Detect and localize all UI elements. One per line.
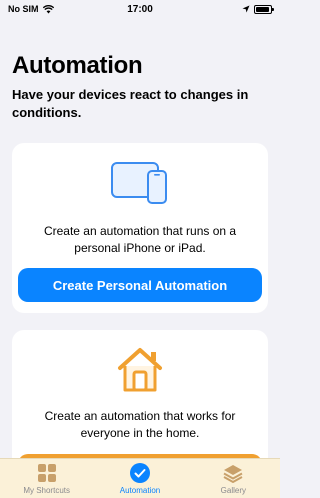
stack-icon (223, 465, 243, 483)
home-icon (118, 348, 162, 392)
page-subtitle: Have your devices react to changes in co… (12, 87, 249, 120)
tab-automation[interactable]: Automation (100, 462, 180, 495)
tab-my-shortcuts[interactable]: My Shortcuts (7, 462, 87, 495)
battery-icon (254, 4, 274, 14)
tab-gallery[interactable]: Gallery (193, 462, 273, 495)
grid-icon (37, 464, 56, 482)
status-bar: No SIM 17:00 (0, 0, 280, 18)
home-automation-description: Create an automation that works for ever… (44, 409, 236, 440)
personal-automation-card: Create an automation that runs on a pers… (12, 143, 268, 313)
tab-label: Gallery (220, 486, 246, 495)
status-time: 17:00 (127, 3, 153, 15)
page-title: Automation (12, 52, 143, 79)
clock-check-icon (129, 463, 150, 483)
tab-label: My Shortcuts (23, 486, 70, 495)
home-automation-card: Create an automation that works for ever… (12, 330, 268, 470)
create-personal-automation-button[interactable]: Create Personal Automation (18, 268, 262, 302)
iphone-ipad-icon (111, 162, 167, 204)
personal-automation-description: Create an automation that runs on a pers… (43, 224, 237, 255)
tab-bar: My Shortcuts Automation Gallery (0, 458, 280, 498)
tab-label: Automation (119, 486, 161, 495)
